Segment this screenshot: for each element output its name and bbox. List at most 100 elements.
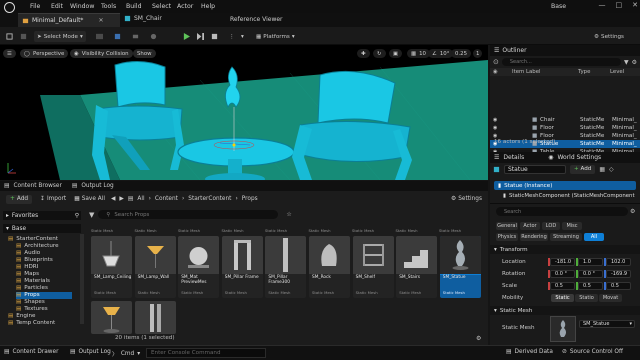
folder-tree-item[interactable]: ▤ Engine — [8, 313, 35, 320]
details-search-input[interactable]: Search — [496, 207, 628, 216]
asset-tile[interactable]: SM_Shelf Static Mesh — [352, 236, 394, 298]
outliner-row[interactable]: ◉ ■ Floor StaticMe Minimal_ — [490, 124, 640, 132]
folder-tree-item[interactable]: ▤ Temp Content — [8, 320, 55, 327]
console-command-input[interactable]: Enter Console Command — [146, 348, 266, 358]
tab-close-icon[interactable]: ✕ — [98, 17, 103, 24]
blueprint-icon[interactable] — [114, 31, 121, 42]
col-type[interactable]: Type — [578, 69, 610, 75]
cinematics-icon[interactable] — [132, 31, 139, 42]
outliner-search-input[interactable]: Search... — [501, 58, 621, 66]
folder-tree-item[interactable]: ▤ Materials — [16, 278, 50, 285]
play-icon[interactable] — [183, 31, 190, 42]
gear-icon[interactable]: ⚙ — [630, 208, 635, 215]
import-button[interactable]: ↧ Import — [40, 196, 66, 202]
view-mode-button[interactable]: ◉ Visibility Collision — [70, 49, 133, 58]
select-mode-dropdown[interactable]: ➤ Select Mode ▾ — [34, 31, 86, 42]
visibility-eye-icon[interactable]: ◉ — [490, 125, 502, 131]
rotation-field[interactable]: -169.9 — [606, 270, 631, 278]
scale-field[interactable]: 0.5 — [578, 282, 603, 290]
asset-tile[interactable]: SM_Pillar Frame Static Mesh — [221, 236, 263, 298]
folder-tree-item[interactable]: ▤ Architecture — [16, 243, 59, 250]
filter-chip[interactable]: Actor — [520, 222, 540, 230]
tree-scrollbar[interactable] — [80, 234, 84, 324]
menu-help[interactable]: Help — [201, 3, 215, 10]
scale-field[interactable]: 0.5 — [550, 282, 575, 290]
mobility-option[interactable]: Statio — [575, 294, 598, 302]
settings-button[interactable]: ⚙ Settings — [594, 31, 624, 42]
folder-tree-item[interactable]: ▤ Particles — [16, 285, 48, 292]
breadcrumb-item[interactable]: StarterContent — [188, 196, 231, 202]
component-row[interactable]: ▮ StaticMeshComponent (StaticMeshCompone… — [503, 192, 639, 200]
derived-data-button[interactable]: ▤ Derived Data — [506, 349, 553, 355]
menu-edit[interactable]: Edit — [51, 3, 63, 10]
instance-row[interactable]: ▮ Statue (Instance) — [494, 181, 636, 190]
location-field[interactable]: -181.0 — [550, 258, 575, 266]
tab-asset[interactable]: SM_Chair — [124, 15, 162, 22]
asset-tile[interactable]: SM_Pillar Frame300 Static Mesh — [265, 236, 307, 298]
asset-tile[interactable]: SM_Lamp_Ceiling Static Mesh — [91, 236, 132, 298]
mobility-option[interactable]: Movat — [599, 294, 622, 302]
filter-icon[interactable]: ▼ — [624, 59, 629, 66]
filter-chip[interactable]: LOD — [542, 222, 560, 230]
folder-tree-item[interactable]: ▤ Shapes — [16, 299, 45, 306]
static-mesh-thumbnail[interactable] — [550, 316, 576, 342]
cmd-dropdown[interactable]: 〉 Cmd ▾ — [112, 349, 140, 359]
viewport-menu-button[interactable]: ☰ — [3, 49, 16, 58]
base-header[interactable]: ▾ Base — [3, 224, 81, 233]
perspective-button[interactable]: ◯ Perspective — [20, 49, 69, 58]
minimize-icon[interactable]: — — [599, 1, 606, 9]
filter-chip[interactable]: Misc — [562, 222, 582, 230]
viewport-scene[interactable] — [0, 45, 488, 180]
folder-tree-item[interactable]: ▤ Audio — [16, 250, 40, 257]
visibility-eye-icon[interactable]: ◉ — [490, 117, 502, 123]
asset-tile[interactable]: SM_Stairs Static Mesh — [396, 236, 438, 298]
folder-tree-item[interactable]: ▤ Textures — [16, 306, 48, 313]
source-control-button[interactable]: ⊘ Source Control Off — [562, 349, 623, 355]
unreal-logo-icon[interactable] — [4, 2, 15, 13]
save-all-button[interactable]: ▦ Save All — [74, 196, 105, 202]
breadcrumb-item[interactable]: All — [137, 196, 144, 202]
lock-icon[interactable]: ◇ — [609, 166, 614, 173]
add-filter-icon[interactable]: ⊙ — [493, 58, 499, 66]
tab-level[interactable]: Minimal_Default* ✕ — [18, 13, 120, 27]
menu-file[interactable]: File — [30, 3, 40, 10]
filter-chip[interactable]: Streaming — [550, 233, 582, 241]
gear-icon[interactable]: ⚙ — [632, 59, 637, 66]
bookmark-icon[interactable]: ☆ — [286, 211, 291, 218]
actor-name-field[interactable]: Statue — [504, 165, 566, 174]
tab-reference-viewer[interactable]: Reference Viewer — [230, 16, 283, 23]
save-icon[interactable] — [6, 31, 13, 42]
scale-snap-button[interactable]: 0.25 — [451, 49, 472, 58]
folder-tree-item[interactable]: ▤ Blueprints — [16, 257, 53, 264]
static-mesh-picker[interactable]: SM_Statue ▾ — [579, 320, 635, 328]
transform-section-header[interactable]: ▾ Transform — [490, 245, 640, 254]
asset-tile-pillar[interactable] — [135, 301, 176, 334]
content-drawer-button[interactable]: ▤ Content Drawer — [4, 349, 58, 355]
filter-chip[interactable]: Physics — [496, 233, 518, 241]
asset-tile[interactable]: SM_Statue Static Mesh — [439, 236, 481, 298]
breadcrumb-item[interactable]: Props — [242, 196, 258, 202]
folder-tree-item[interactable]: ▤ HDRI — [16, 264, 38, 271]
location-field[interactable]: 1.0 — [578, 258, 603, 266]
back-icon[interactable]: ◀ — [111, 196, 115, 202]
scale-field[interactable]: 0.5 — [606, 282, 631, 290]
launch-icon[interactable]: ▾ — [241, 31, 244, 42]
platforms-dropdown[interactable]: ▦ Platforms ▾ — [256, 31, 295, 42]
rotation-field[interactable]: 0.0 ° — [578, 270, 603, 278]
settings-button[interactable]: ⚙ Settings — [451, 196, 482, 202]
menu-select[interactable]: Select — [152, 3, 171, 10]
asset-tile[interactable]: SM_Mat PreviewMes Static Mesh — [178, 236, 220, 298]
asset-search-input[interactable]: ⚲ Search Props — [98, 210, 279, 219]
menu-actor[interactable]: Actor — [177, 3, 193, 10]
grid-snap-button[interactable]: ▦ 10 — [407, 49, 430, 58]
maximize-icon[interactable]: □ — [616, 1, 623, 9]
view-options-icon[interactable]: ⚙ — [476, 335, 481, 342]
folder-tree-item[interactable]: ▤ StarterContent — [8, 236, 58, 243]
add-component-button[interactable]: + Add — [570, 165, 596, 174]
location-field[interactable]: 102.0 — [606, 258, 631, 266]
mobility-option[interactable]: Static — [551, 294, 574, 302]
static-mesh-section-header[interactable]: ▾ Static Mesh — [490, 306, 640, 315]
asset-tile[interactable]: SM_Rock Static Mesh — [309, 236, 350, 298]
tab-output-log[interactable]: Output Log — [81, 183, 113, 189]
outliner-row[interactable]: ◉ ■ Chair StaticMe Minimal_ — [490, 116, 640, 124]
